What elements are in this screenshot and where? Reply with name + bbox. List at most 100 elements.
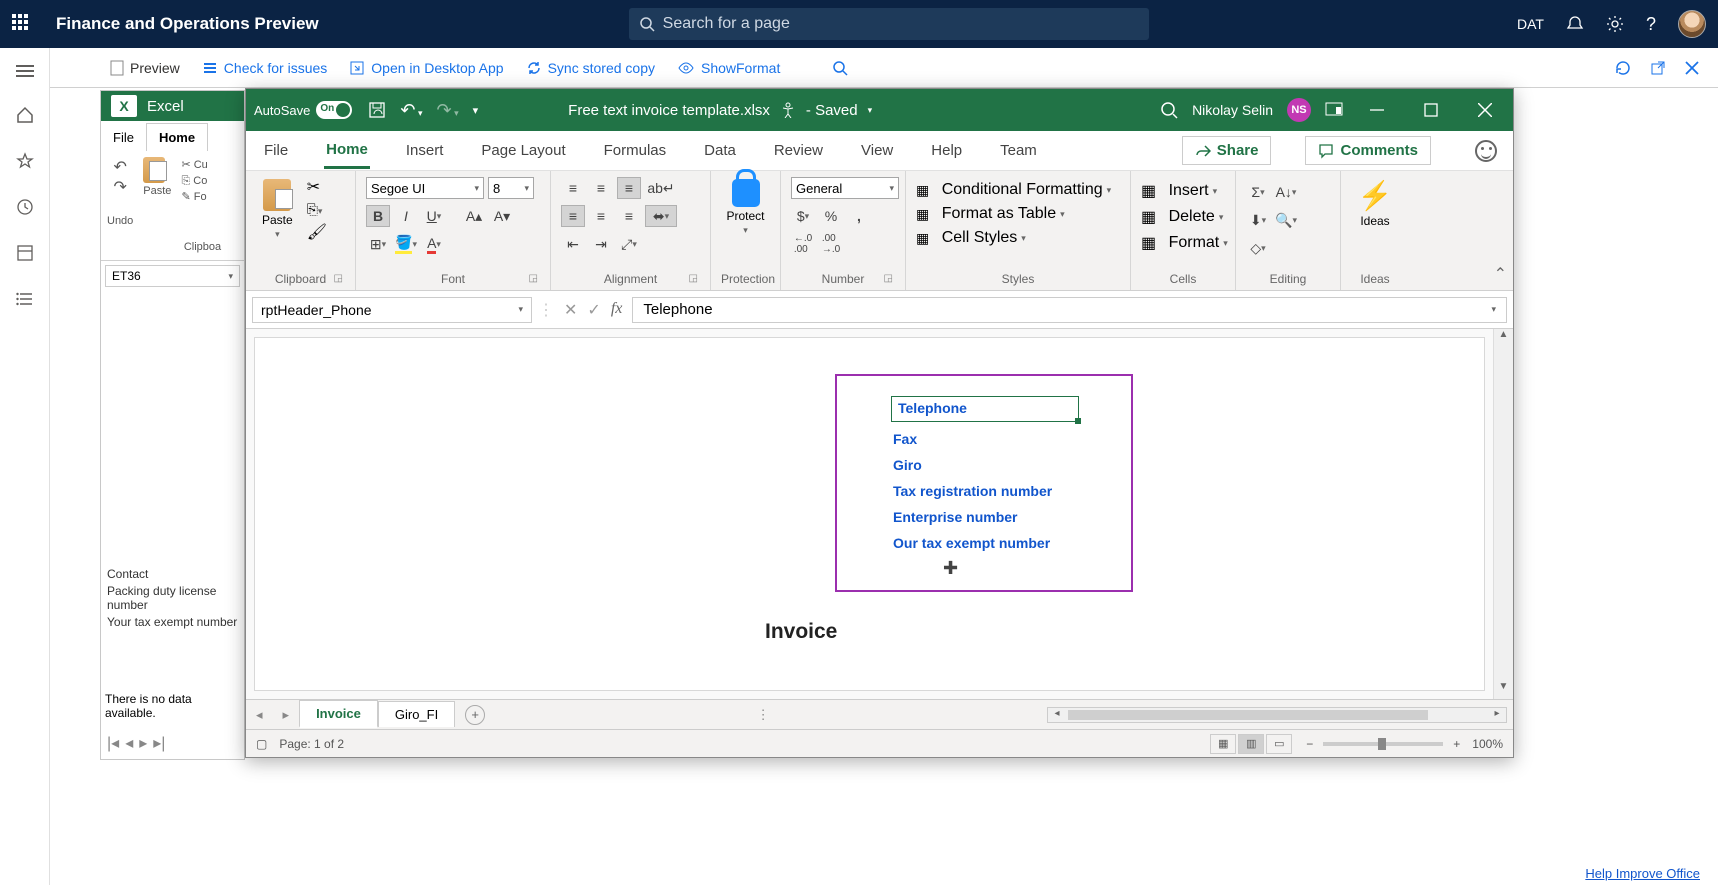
namebox[interactable]: rptHeader_Phone▾ xyxy=(252,297,532,323)
recent-clock-icon[interactable] xyxy=(16,198,34,216)
refresh-icon[interactable] xyxy=(1614,59,1632,77)
open-desktop-button[interactable]: Open in Desktop App xyxy=(349,60,503,76)
preview-button[interactable]: Preview xyxy=(110,60,180,76)
number-launcher-icon[interactable]: ◲ xyxy=(884,273,893,284)
italic-button[interactable]: I xyxy=(394,205,418,227)
align-middle-icon[interactable]: ≡ xyxy=(589,177,613,199)
add-sheet-button[interactable]: + xyxy=(465,705,485,725)
shrink-font-icon[interactable]: A▾ xyxy=(490,205,514,227)
app-launcher-icon[interactable] xyxy=(12,14,32,34)
field-our-tax[interactable]: Our tax exempt number xyxy=(893,530,1052,556)
percent-icon[interactable]: % xyxy=(819,205,843,227)
horizontal-scrollbar[interactable]: ◂ ▸ xyxy=(1047,707,1507,723)
user-avatar[interactable] xyxy=(1678,10,1706,38)
cut-icon[interactable]: ✂ xyxy=(307,177,327,197)
formula-bar[interactable]: Telephone▾ xyxy=(632,297,1507,323)
tab-review[interactable]: Review xyxy=(772,134,825,167)
bg-home-tab[interactable]: Home xyxy=(146,123,208,151)
insert-cells-button[interactable]: ▦ Insert ▾ xyxy=(1141,181,1217,201)
maximize-button[interactable] xyxy=(1411,89,1451,131)
align-left-icon[interactable]: ≡ xyxy=(561,205,585,227)
font-color-icon[interactable]: A▾ xyxy=(422,233,446,255)
record-macro-icon[interactable]: ▢ xyxy=(256,737,267,751)
close-icon[interactable] xyxy=(1684,59,1700,77)
increase-indent-icon[interactable]: ⇥ xyxy=(589,233,613,255)
accessibility-icon[interactable] xyxy=(780,102,796,118)
tab-help[interactable]: Help xyxy=(929,134,964,167)
favorites-star-icon[interactable] xyxy=(16,152,34,170)
comments-button[interactable]: Comments xyxy=(1305,136,1431,165)
format-as-table-button[interactable]: ▦ Format as Table ▾ xyxy=(916,205,1065,223)
wrap-text-icon[interactable]: ab↵ xyxy=(645,177,677,199)
tab-team[interactable]: Team xyxy=(998,134,1039,167)
find-select-icon[interactable]: 🔍▾ xyxy=(1274,209,1298,231)
sheet-tab-giro[interactable]: Giro_FI xyxy=(378,701,455,727)
format-painter-icon[interactable]: 🖌 xyxy=(307,222,327,242)
company-code[interactable]: DAT xyxy=(1517,16,1544,32)
feedback-smiley-icon[interactable] xyxy=(1475,140,1497,162)
hscroll-left-icon[interactable]: ◂ xyxy=(1048,708,1066,722)
notifications-icon[interactable] xyxy=(1566,15,1584,33)
tab-file[interactable]: File xyxy=(262,134,290,167)
bg-nav-next[interactable]: ▸ xyxy=(139,733,147,753)
cell-styles-button[interactable]: ▦ Cell Styles ▾ xyxy=(916,229,1026,247)
align-bottom-icon[interactable]: ≡ xyxy=(617,177,641,199)
check-issues-button[interactable]: Check for issues xyxy=(202,60,327,76)
show-format-button[interactable]: ShowFormat xyxy=(677,60,780,76)
global-search[interactable]: Search for a page xyxy=(629,8,1149,40)
comma-icon[interactable]: , xyxy=(847,205,871,227)
bg-nav-first[interactable]: |◂ xyxy=(107,733,119,753)
tab-insert[interactable]: Insert xyxy=(404,134,446,167)
align-top-icon[interactable]: ≡ xyxy=(561,177,585,199)
paste-button[interactable]: Paste ▾ xyxy=(256,177,299,242)
font-launcher-icon[interactable]: ◲ xyxy=(529,273,538,284)
redo-icon[interactable]: ↷ ▾ xyxy=(437,100,459,121)
popout-icon[interactable] xyxy=(1650,59,1666,77)
conditional-formatting-button[interactable]: ▦ Conditional Formatting ▾ xyxy=(916,181,1111,199)
underline-button[interactable]: U▾ xyxy=(422,205,446,227)
align-center-icon[interactable]: ≡ xyxy=(589,205,613,227)
sheet-tabs-menu-icon[interactable]: ⋮ xyxy=(757,707,776,723)
page-break-view-icon[interactable]: ▭ xyxy=(1266,734,1292,754)
expand-formula-icon[interactable]: ▾ xyxy=(1491,304,1496,315)
sheet-nav-prev[interactable]: ◂ xyxy=(246,707,273,723)
page-layout-view-icon[interactable]: ▥ xyxy=(1238,734,1264,754)
scroll-down-icon[interactable]: ▼ xyxy=(1494,681,1513,699)
present-mode-icon[interactable] xyxy=(1325,102,1343,118)
zoom-in-button[interactable]: + xyxy=(1453,737,1460,751)
fx-icon[interactable]: fx xyxy=(611,300,623,320)
zoom-slider[interactable] xyxy=(1323,742,1443,746)
fill-color-icon[interactable]: 🪣▾ xyxy=(394,233,418,255)
clipboard-launcher-icon[interactable]: ◲ xyxy=(334,273,343,284)
align-right-icon[interactable]: ≡ xyxy=(617,205,641,227)
active-cell[interactable]: Telephone xyxy=(891,396,1079,422)
tab-home[interactable]: Home xyxy=(324,133,370,169)
increase-decimal-icon[interactable]: ←.0.00 xyxy=(791,233,815,255)
decrease-decimal-icon[interactable]: .00→.0 xyxy=(819,233,843,255)
clear-icon[interactable]: ◇▾ xyxy=(1246,237,1270,259)
field-giro[interactable]: Giro xyxy=(893,452,1052,478)
fill-icon[interactable]: ⬇▾ xyxy=(1246,209,1270,231)
user-badge[interactable]: NS xyxy=(1287,98,1311,122)
zoom-level[interactable]: 100% xyxy=(1472,737,1503,751)
autosave-toggle[interactable]: On xyxy=(316,101,352,119)
cancel-formula-icon[interactable]: ✕ xyxy=(564,300,577,320)
tab-pagelayout[interactable]: Page Layout xyxy=(479,134,567,167)
collapse-ribbon-icon[interactable]: ⌃ xyxy=(1494,264,1507,284)
bg-file-tab[interactable]: File xyxy=(101,124,146,151)
sheet-nav-next[interactable]: ▸ xyxy=(273,707,300,723)
close-button[interactable] xyxy=(1465,89,1505,131)
tab-data[interactable]: Data xyxy=(702,134,738,167)
copy-icon[interactable]: ⎘▾ xyxy=(307,201,327,218)
tab-view[interactable]: View xyxy=(859,134,895,167)
hamburger-icon[interactable] xyxy=(16,64,34,78)
field-enterprise[interactable]: Enterprise number xyxy=(893,504,1052,530)
field-fax[interactable]: Fax xyxy=(893,426,1052,452)
modules-list-icon[interactable] xyxy=(16,290,34,308)
worksheet-canvas[interactable]: Telephone Fax Giro Tax registration numb… xyxy=(254,337,1485,691)
title-search-icon[interactable] xyxy=(1160,101,1178,119)
share-button[interactable]: Share xyxy=(1182,136,1272,165)
undo-icon[interactable]: ↶ ▾ xyxy=(400,100,422,121)
bg-nav-last[interactable]: ▸| xyxy=(153,733,165,753)
bg-namebox[interactable]: ET36▾ xyxy=(105,265,240,287)
